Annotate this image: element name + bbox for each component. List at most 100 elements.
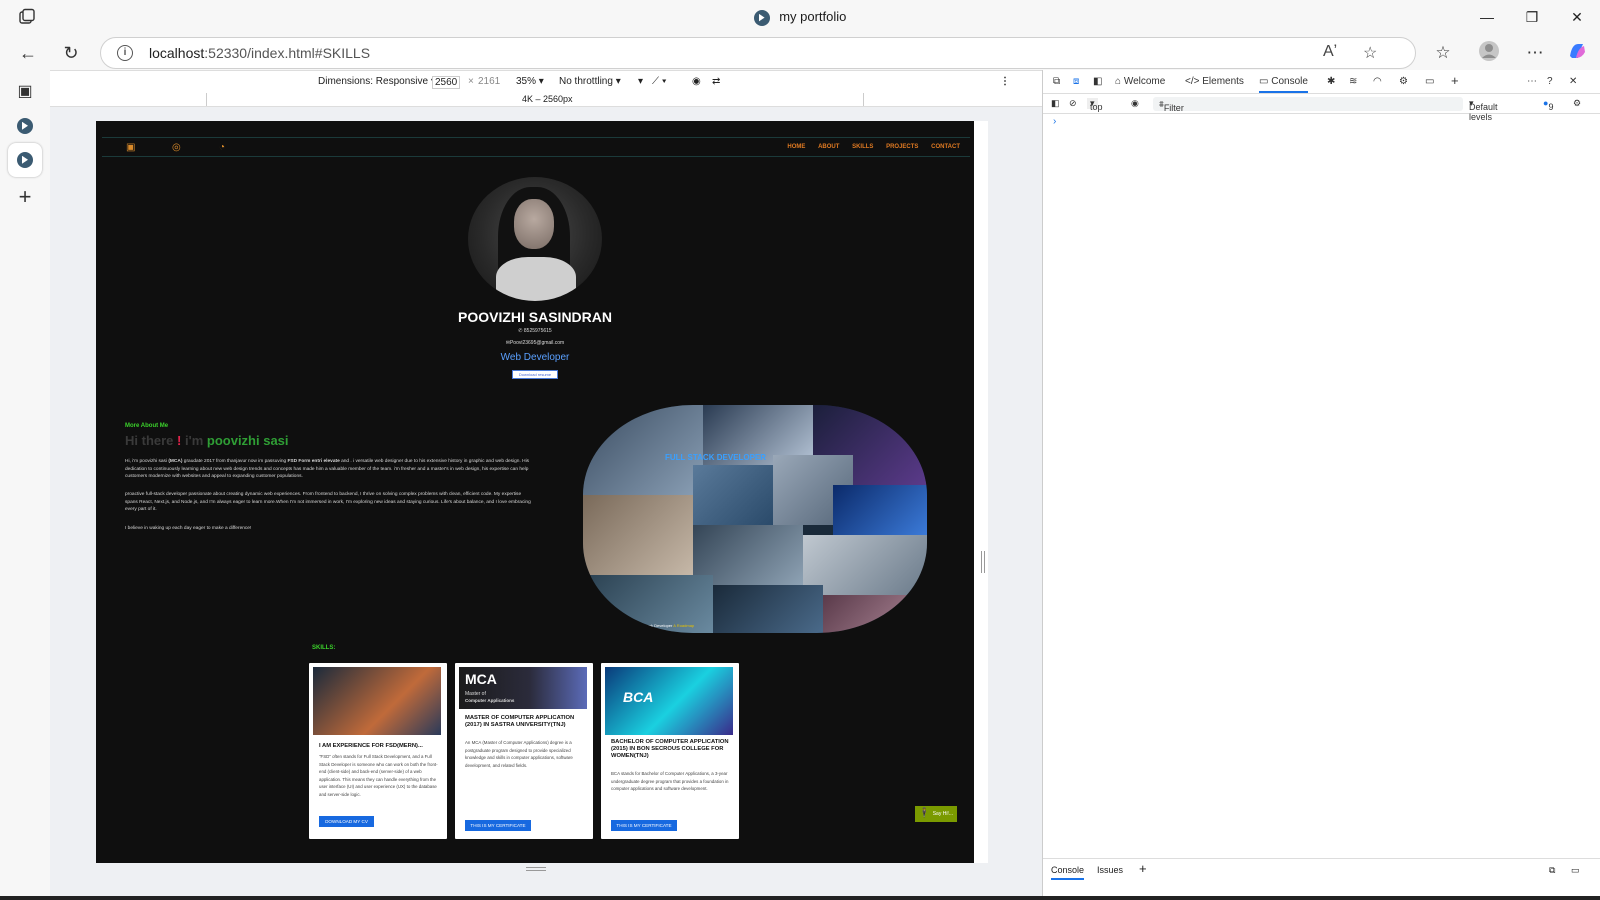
drawer-tab-issues[interactable]: Issues	[1097, 865, 1123, 875]
site-favicon-icon	[17, 117, 33, 134]
devtools-tabs: ⧉ ⧈ ◧ ⌂ Welcome </> Elements ▭ Console ✱…	[1043, 70, 1600, 94]
height-input[interactable]: 2161	[478, 76, 500, 87]
viewport-resize-handle-right[interactable]	[981, 551, 985, 573]
drawer-tab-console[interactable]: Console	[1051, 865, 1085, 880]
card-title: MASTER OF COMPUTER APPLICATION (2017) IN…	[465, 715, 575, 728]
viewport-resize-handle-bottom[interactable]	[526, 867, 546, 871]
url-text[interactable]: localhost:52330/index.html#SKILLS	[149, 45, 370, 61]
sidebar-tab-portfolio-active[interactable]	[8, 143, 42, 177]
issues-badge[interactable]: ● 9	[1543, 98, 1553, 112]
dock-icon[interactable]: ◧	[1093, 76, 1102, 87]
live-expression-icon[interactable]: ◉	[1131, 98, 1139, 109]
taskbar-edge	[0, 896, 1600, 900]
profile-photo	[468, 177, 602, 301]
dimensions-select[interactable]: Dimensions: Responsive ▾	[318, 76, 436, 87]
portfolio-nav: ▣ ◎ ◔ HOME ABOUT SKILLS PROJECTS CONTACT	[102, 137, 970, 157]
linkedin-icon[interactable]: ▣	[126, 142, 135, 153]
device-mode-icon[interactable]: ⧈	[1073, 76, 1079, 87]
nav-about[interactable]: ABOUT	[818, 144, 839, 150]
profile-avatar[interactable]	[1476, 40, 1502, 66]
collage-title: FULL STACK DEVELOPER	[665, 453, 767, 462]
throttling-select[interactable]: No throttling ▾	[559, 76, 621, 87]
drawer-close-icon[interactable]: ▭	[1571, 865, 1580, 876]
nav-projects[interactable]: PROJECTS	[886, 144, 918, 150]
levels-select[interactable]: Default levels ▾	[1469, 98, 1498, 122]
download-resume-button[interactable]: Download resume	[512, 370, 558, 379]
whatsapp-icon[interactable]: ◔	[219, 142, 225, 153]
address-row: ← ↻ i localhost:52330/index.html#SKILLS …	[0, 34, 1600, 70]
add-tool-icon[interactable]: +	[1451, 73, 1459, 88]
mca-certificate-button[interactable]: THIS IS MY CERTIFICATE	[465, 820, 531, 831]
card-body: BCA stands for Bachelor of Computer Appl…	[611, 771, 729, 792]
context-select[interactable]: top ▾	[1087, 98, 1103, 112]
nav-links: HOME ABOUT SKILLS PROJECTS CONTACT	[776, 144, 960, 150]
performance-icon[interactable]: ◠	[1373, 76, 1382, 87]
drawer-dock-icon[interactable]: ⧉	[1549, 865, 1555, 876]
device-toggle-icon[interactable]: ⧉	[1053, 76, 1060, 87]
minimize-button[interactable]: —	[1472, 6, 1502, 28]
close-window-button[interactable]: ✕	[1562, 6, 1592, 28]
drawer-add-icon[interactable]: +	[1139, 861, 1147, 876]
width-input[interactable]: 2560	[432, 76, 461, 89]
about-paragraph-3: I believe in waking up each day eager to…	[125, 526, 252, 531]
pick-icon[interactable]: ⟋ ▾	[652, 76, 667, 87]
console-settings-icon[interactable]: ⚙	[1573, 98, 1581, 109]
about-paragraph-2: proactive full-stack developer passionat…	[125, 492, 531, 513]
tab-console[interactable]: ▭ Console	[1259, 76, 1308, 93]
about-paragraph-1: Hi, i'm poovizhi sasi (MCA) graudate 201…	[125, 459, 530, 480]
site-info-icon[interactable]: i	[117, 45, 133, 61]
network-icon[interactable]: ≋	[1349, 76, 1357, 87]
person-icon: 🕴	[918, 808, 931, 819]
console-filter-input[interactable]: ⩩ Filter	[1153, 97, 1463, 113]
zoom-select[interactable]: 35% ▾	[516, 76, 544, 87]
more-menu-icon[interactable]: ⋯	[1522, 40, 1548, 66]
close-devtools-icon[interactable]: ✕	[1569, 76, 1577, 87]
console-prompt[interactable]: ›	[1053, 116, 1056, 127]
clear-console-icon[interactable]: ⊘	[1069, 98, 1077, 109]
memory-icon[interactable]: ⚙	[1399, 76, 1408, 87]
nav-contact[interactable]: CONTACT	[931, 144, 960, 150]
github-icon[interactable]: ◎	[172, 142, 181, 153]
media-label: 4K – 2560px	[522, 94, 573, 104]
bca-certificate-button[interactable]: THIS IS MY CERTIFICATE	[611, 820, 677, 831]
say-hi-button[interactable]: 🕴 Say Hi!...	[915, 806, 957, 822]
restore-button[interactable]: ❐	[1517, 6, 1547, 28]
read-aloud-icon[interactable]: Aʼ	[1323, 43, 1337, 61]
tab-actions-icon[interactable]: ▣	[13, 80, 37, 104]
copilot-icon[interactable]	[1564, 40, 1590, 66]
hide-icon[interactable]: ◉	[692, 76, 701, 87]
address-bar[interactable]: i localhost:52330/index.html#SKILLS Aʼ ☆	[100, 37, 1416, 69]
favorite-star-icon[interactable]: ☆	[1363, 43, 1377, 63]
back-button[interactable]: ←	[15, 40, 41, 66]
tab-welcome[interactable]: ⌂ Welcome	[1115, 76, 1165, 87]
card-title: BACHELOR OF COMPUTER APPLICATION (2015) …	[611, 739, 729, 759]
help-icon[interactable]: ?	[1547, 76, 1553, 87]
card-body: An MCA (Master of Computer Applications)…	[465, 740, 573, 768]
nav-skills[interactable]: SKILLS	[852, 144, 873, 150]
devtools-more-icon[interactable]: ⋯	[1527, 76, 1537, 87]
save-data-icon[interactable]: ▾	[638, 76, 643, 87]
favorites-icon[interactable]: ☆	[1430, 40, 1456, 66]
site-favicon-icon	[753, 9, 770, 26]
device-more-icon[interactable]: ⋮	[1000, 76, 1010, 87]
download-cv-button[interactable]: DOWNLOAD MY CV	[319, 816, 374, 827]
new-tab-button[interactable]: +	[13, 185, 37, 209]
drawer-tabs: Console Issues + ⧉ ▭	[1043, 858, 1600, 880]
window-title: my portfolio	[0, 9, 1600, 26]
console-toolbar: ◧ ⊘ top ▾ ◉ ⩩ Filter Default levels ▾ ● …	[1043, 94, 1600, 122]
skill-card-bca: BCA BACHELOR OF COMPUTER APPLICATION (20…	[601, 663, 739, 839]
skill-card-mca: MCA Master of Computer Applications MAST…	[455, 663, 593, 839]
application-icon[interactable]: ▭	[1425, 76, 1434, 87]
mca-card-image: MCA Master of Computer Applications	[459, 667, 587, 709]
bug-icon[interactable]: ✱	[1327, 76, 1335, 87]
sidebar-tab-portfolio[interactable]	[13, 114, 37, 138]
rotate-icon[interactable]: ⇄	[712, 76, 720, 87]
refresh-button[interactable]: ↻	[58, 40, 84, 66]
fullstack-collage-image: FULL STACK DEVELOPER Stack Developer A R…	[583, 405, 927, 633]
sidebar-toggle-icon[interactable]: ◧	[1051, 98, 1060, 109]
bca-card-image: BCA	[605, 667, 733, 735]
nav-home[interactable]: HOME	[787, 144, 805, 150]
title-bar: my portfolio — ❐ ✕	[0, 0, 1600, 34]
page-scroll-edge	[974, 121, 988, 863]
tab-elements[interactable]: </> Elements	[1185, 76, 1244, 87]
